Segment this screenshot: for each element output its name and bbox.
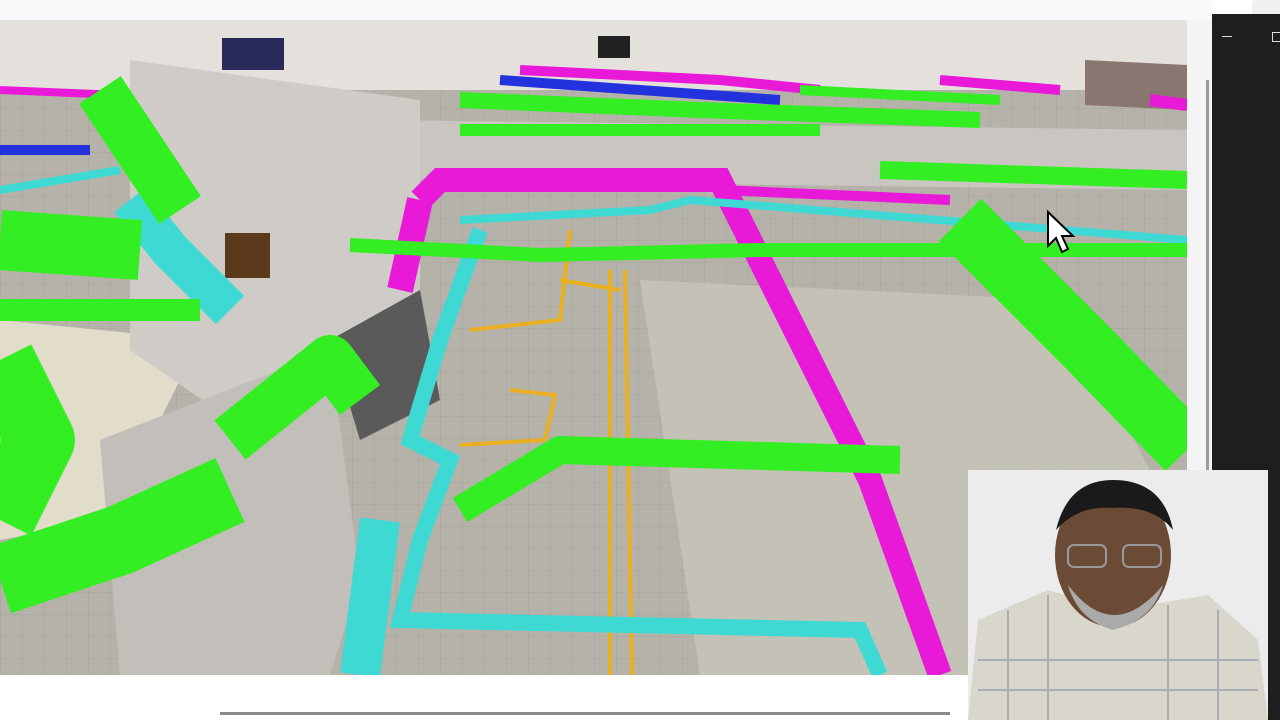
window-tab[interactable] [1252,0,1280,14]
horizontal-scrollbar[interactable] [220,712,950,715]
box-brown [225,233,270,278]
presenter-webcam [968,470,1268,720]
window-panel [222,38,284,70]
minimize-icon[interactable] [1222,36,1232,37]
maximize-icon[interactable] [1272,32,1280,42]
box-dark [598,36,630,58]
top-bar [0,0,1212,20]
